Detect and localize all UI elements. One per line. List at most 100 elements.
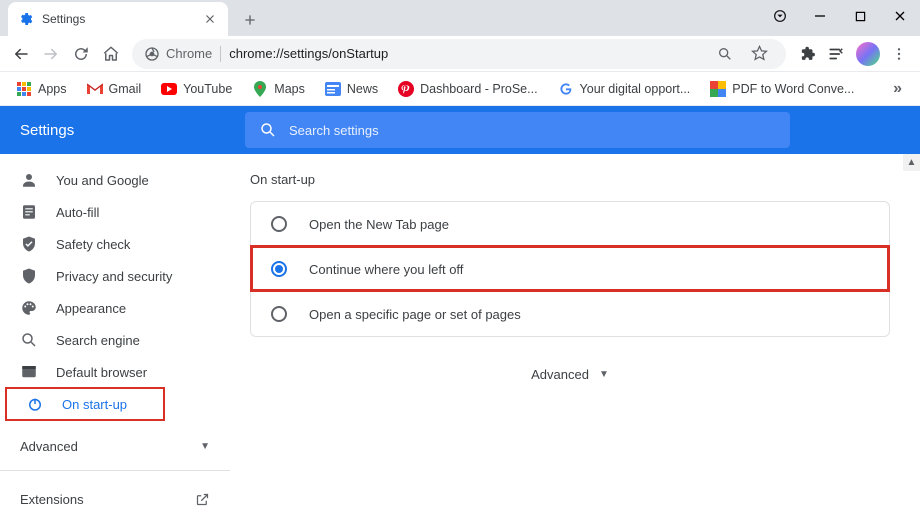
radio-button[interactable] (271, 261, 287, 277)
sidebar-divider (0, 470, 230, 471)
browser-tab[interactable]: Settings (8, 2, 228, 36)
sidebar-item-you-and-google[interactable]: You and Google (0, 164, 230, 196)
settings-header: Settings (0, 106, 920, 154)
tab-title: Settings (42, 12, 202, 26)
settings-sidebar: You and Google Auto-fill Safety check Pr… (0, 154, 230, 532)
settings-main-panel: On start-up Open the New Tab page Contin… (230, 154, 920, 532)
sidebar-about-chrome[interactable]: About Chrome (0, 519, 230, 532)
search-icon (20, 331, 38, 349)
pdf-icon (710, 81, 726, 97)
bookmark-news[interactable]: News (317, 77, 386, 101)
sidebar-advanced-toggle[interactable]: Advanced ▼ (0, 430, 230, 462)
shield-check-icon (20, 235, 38, 253)
bookmark-maps[interactable]: Maps (244, 77, 313, 101)
sidebar-item-search-engine[interactable]: Search engine (0, 324, 230, 356)
option-label: Open a specific page or set of pages (309, 307, 521, 322)
window-close-button[interactable] (880, 0, 920, 32)
sidebar-item-label: You and Google (56, 173, 149, 188)
home-button[interactable] (96, 39, 126, 69)
chevron-down-icon: ▼ (599, 369, 609, 380)
sidebar-item-default-browser[interactable]: Default browser (0, 356, 230, 388)
settings-search-input[interactable] (289, 123, 776, 138)
autofill-icon (20, 203, 38, 221)
settings-gear-icon (18, 11, 34, 27)
bookmark-label: Maps (274, 82, 305, 96)
search-icon (259, 121, 277, 139)
sidebar-item-on-startup[interactable]: On start-up (6, 388, 164, 420)
extensions-puzzle-icon[interactable] (792, 39, 822, 69)
settings-title: Settings (20, 122, 245, 139)
google-g-icon (558, 81, 574, 97)
section-heading: On start-up (250, 172, 890, 187)
sidebar-item-label: Privacy and security (56, 269, 172, 284)
radio-button[interactable] (271, 216, 287, 232)
sidebar-item-autofill[interactable]: Auto-fill (0, 196, 230, 228)
site-info[interactable]: Chrome (144, 46, 221, 62)
news-icon (325, 81, 341, 97)
radio-button[interactable] (271, 306, 287, 322)
sidebar-item-label: Default browser (56, 365, 147, 380)
bookmark-label: PDF to Word Conve... (732, 82, 854, 96)
gmail-icon (87, 81, 103, 97)
sidebar-advanced-label: Advanced (20, 439, 78, 454)
option-open-specific-pages[interactable]: Open a specific page or set of pages (251, 291, 889, 336)
address-bar[interactable]: Chrome chrome://settings/onStartup (132, 39, 786, 69)
scrollbar-up-button[interactable]: ▲ (903, 154, 920, 171)
bookmark-label: Gmail (109, 82, 142, 96)
account-indicator-icon[interactable] (760, 0, 800, 32)
shield-icon (20, 267, 38, 285)
reload-button[interactable] (66, 39, 96, 69)
bookmark-label: Your digital opport... (580, 82, 691, 96)
option-new-tab-page[interactable]: Open the New Tab page (251, 202, 889, 246)
new-tab-button[interactable] (236, 6, 264, 34)
advanced-label: Advanced (531, 367, 589, 382)
settings-search-box[interactable] (245, 112, 790, 148)
browser-title-bar: Settings (0, 0, 920, 36)
bookmark-label: Dashboard - ProSe... (420, 82, 537, 96)
open-external-icon (195, 492, 210, 507)
sidebar-item-label: Appearance (56, 301, 126, 316)
bookmarks-overflow-button[interactable]: » (883, 76, 912, 102)
chevron-down-icon: ▼ (200, 441, 210, 452)
bookmark-apps[interactable]: Apps (8, 77, 75, 101)
maps-pin-icon (252, 81, 268, 97)
sidebar-item-safety-check[interactable]: Safety check (0, 228, 230, 260)
reading-list-icon[interactable] (822, 39, 852, 69)
sidebar-item-label: Search engine (56, 333, 140, 348)
bookmark-gmail[interactable]: Gmail (79, 77, 150, 101)
window-maximize-button[interactable] (840, 0, 880, 32)
sidebar-item-appearance[interactable]: Appearance (0, 292, 230, 324)
sidebar-item-privacy-security[interactable]: Privacy and security (0, 260, 230, 292)
option-label: Open the New Tab page (309, 217, 449, 232)
pinterest-icon (398, 81, 414, 97)
bookmark-label: Apps (38, 82, 67, 96)
sidebar-item-label: Auto-fill (56, 205, 99, 220)
address-url: chrome://settings/onStartup (229, 46, 388, 61)
sidebar-extensions-label: Extensions (20, 492, 84, 507)
advanced-toggle[interactable]: Advanced ▼ (250, 367, 890, 382)
bookmark-digital[interactable]: Your digital opport... (550, 77, 699, 101)
option-label: Continue where you left off (309, 262, 463, 277)
bookmark-pdf[interactable]: PDF to Word Conve... (702, 77, 862, 101)
bookmark-dashboard[interactable]: Dashboard - ProSe... (390, 77, 545, 101)
window-minimize-button[interactable] (800, 0, 840, 32)
forward-button[interactable] (36, 39, 66, 69)
back-button[interactable] (6, 39, 36, 69)
tab-close-button[interactable] (202, 11, 218, 27)
apps-grid-icon (16, 81, 32, 97)
sidebar-extensions-link[interactable]: Extensions (0, 479, 230, 519)
bookmarks-bar: Apps Gmail YouTube Maps News Dashboard -… (0, 72, 920, 106)
sidebar-item-label: Safety check (56, 237, 130, 252)
palette-icon (20, 299, 38, 317)
window-controls (760, 0, 920, 32)
chrome-menu-button[interactable] (884, 39, 914, 69)
bookmark-youtube[interactable]: YouTube (153, 77, 240, 101)
browser-toolbar: Chrome chrome://settings/onStartup (0, 36, 920, 72)
zoom-icon[interactable] (710, 39, 740, 69)
option-continue-where-left-off[interactable]: Continue where you left off (251, 246, 889, 291)
person-icon (20, 171, 38, 189)
power-icon (26, 395, 44, 413)
bookmark-star-icon[interactable] (744, 39, 774, 69)
profile-avatar[interactable] (856, 42, 880, 66)
startup-options-card: Open the New Tab page Continue where you… (250, 201, 890, 337)
